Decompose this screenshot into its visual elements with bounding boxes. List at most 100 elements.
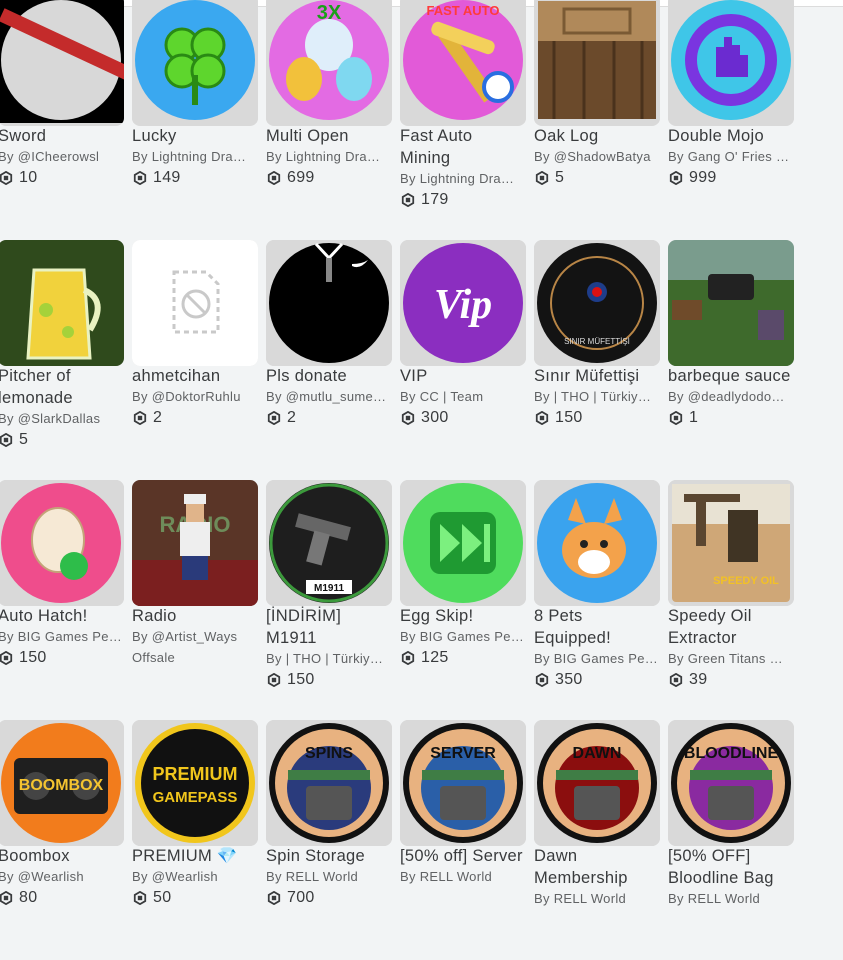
item-thumbnail[interactable]: M1911 [266,480,392,606]
item-thumbnail[interactable]: DAWN [534,720,660,846]
item-name-link[interactable]: Oak Log [534,125,660,147]
creator-link[interactable]: Gang O' Fries … [688,149,790,164]
catalog-item-card[interactable]: FAST AUTO Fast Auto Mining By Lightning Dr… [400,0,526,240]
item-name-link[interactable]: Pls donate [266,365,392,387]
catalog-item-card[interactable]: Auto Hatch!By BIG Games Pe…150 [0,480,124,720]
item-name-link[interactable]: barbeque sauce [668,365,794,387]
creator-link[interactable]: RELL World [688,891,760,906]
item-name-link[interactable]: Boombox [0,845,124,867]
creator-link[interactable]: @Wearlish [18,869,84,884]
creator-link[interactable]: Lightning Dra… [286,149,381,164]
item-name-link[interactable]: Speedy Oil Extractor [668,605,794,649]
catalog-item-card[interactable]: DAWN Dawn Membership By RELL World [534,720,660,960]
item-name-link[interactable]: Sınır Müfettişi [534,365,660,387]
price-value: 149 [153,169,181,186]
item-thumbnail[interactable]: SERVER [400,720,526,846]
item-thumbnail[interactable]: 3X [266,0,392,126]
item-thumbnail[interactable]: SPEEDY OIL [668,480,794,606]
creator-link[interactable]: BIG Games Pe… [554,651,658,666]
catalog-item-card[interactable]: Oak Log By @ShadowBatya 5 [534,0,660,240]
creator-link[interactable]: BIG Games Pe… [18,629,122,644]
item-thumbnail[interactable]: PREMIUM GAMEPASS [132,720,258,846]
item-name-link[interactable]: ahmetcihan [132,365,258,387]
item-name-link[interactable]: VIP [400,365,526,387]
item-thumbnail[interactable]: Vip [400,240,526,366]
item-thumbnail[interactable] [534,480,660,606]
catalog-item-card[interactable]: PREMIUM GAMEPASS PREMIUM 💎 By @Wearlish 50 [132,720,258,960]
item-thumbnail[interactable] [534,0,660,126]
item-info: [50% off] Server By RELL World [400,845,526,887]
item-name-link[interactable]: [50% OFF] Bloodline Bag [668,845,794,889]
creator-link[interactable]: @Wearlish [152,869,218,884]
item-thumbnail[interactable]: SPINS [266,720,392,846]
catalog-item-card[interactable]: BOOMBOXBoomboxBy @Wearlish80 [0,720,124,960]
catalog-item-card[interactable]: SwordBy @ICheerowsl10 [0,0,124,240]
item-name-link[interactable]: Spin Storage [266,845,392,867]
creator-link[interactable]: Lightning Dra… [152,149,247,164]
creator-link[interactable]: RELL World [554,891,626,906]
item-name-link[interactable]: Dawn Membership [534,845,660,889]
catalog-item-card[interactable]: Pls donate By @mutlu_sume… 2 [266,240,392,480]
item-thumbnail[interactable] [668,0,794,126]
creator-link[interactable]: Green Titans … [688,651,783,666]
catalog-item-card[interactable]: SPINS Spin Storage By RELL World 700 [266,720,392,960]
item-thumbnail[interactable] [668,240,794,366]
item-name-link[interactable]: Double Mojo [668,125,794,147]
creator-link[interactable]: @ShadowBatya [554,149,651,164]
catalog-item-card[interactable]: Egg Skip! By BIG Games Pe… 125 [400,480,526,720]
item-name-link[interactable]: Sword [0,125,124,147]
item-thumbnail[interactable] [0,0,124,126]
item-thumbnail[interactable]: RADIO [132,480,258,606]
catalog-item-card[interactable]: SPEEDY OIL Speedy Oil Extractor By Green T… [668,480,794,720]
item-name-link[interactable]: Egg Skip! [400,605,526,627]
item-thumbnail[interactable] [0,240,124,366]
item-thumbnail[interactable] [0,480,124,606]
item-name-link[interactable]: Auto Hatch! [0,605,124,627]
catalog-item-card[interactable]: 8 Pets Equipped! By BIG Games Pe… 350 [534,480,660,720]
item-thumbnail[interactable] [132,240,258,366]
item-thumbnail[interactable] [266,240,392,366]
creator-link[interactable]: @SlarkDallas [18,411,101,426]
item-creator: By @Artist_Ways [132,627,256,647]
catalog-item-card[interactable]: SINIR MÜFETTİŞİ Sınır Müfettişi By | THO |… [534,240,660,480]
creator-link[interactable]: RELL World [286,869,358,884]
catalog-item-card[interactable]: BLOODLINE [50% OFF] Bloodline Bag By RELL … [668,720,794,960]
item-name-link[interactable]: Pitcher of lemonade [0,365,124,409]
creator-link[interactable]: | THO | Türkiy… [286,651,383,666]
creator-link[interactable]: @Artist_Ways [152,629,238,644]
item-name-link[interactable]: [50% off] Server [400,845,526,867]
item-thumbnail[interactable] [132,0,258,126]
catalog-item-card[interactable]: RADIORadioBy @Artist_WaysOffsale [132,480,258,720]
creator-link[interactable]: @deadlydodo… [688,389,785,404]
item-thumbnail[interactable]: BLOODLINE [668,720,794,846]
item-name-link[interactable]: Fast Auto Mining [400,125,526,169]
item-name-link[interactable]: Radio [132,605,258,627]
creator-link[interactable]: @ICheerowsl [18,149,100,164]
price-value: 80 [19,889,38,906]
creator-link[interactable]: Lightning Dra… [420,171,515,186]
catalog-item-card[interactable]: Vip VIP By CC | Team 300 [400,240,526,480]
item-name-link[interactable]: Multi Open [266,125,392,147]
item-name-link[interactable]: PREMIUM 💎 [132,845,258,867]
item-thumbnail[interactable]: FAST AUTO [400,0,526,126]
catalog-item-card[interactable]: Lucky By Lightning Dra… 149 [132,0,258,240]
creator-link[interactable]: CC | Team [420,389,484,404]
item-name-link[interactable]: [İNDİRİM] M1911 [266,605,392,649]
creator-link[interactable]: @DoktorRuhlu [152,389,241,404]
item-name-link[interactable]: Lucky [132,125,258,147]
catalog-item-card[interactable]: M1911 [İNDİRİM] M1911 By | THO | Türkiy… 15… [266,480,392,720]
creator-link[interactable]: | THO | Türkiy… [554,389,651,404]
catalog-item-card[interactable]: 3X Multi Open By Lightning Dra… 699 [266,0,392,240]
catalog-item-card[interactable]: ahmetcihan By @DoktorRuhlu 2 [132,240,258,480]
item-name-link[interactable]: 8 Pets Equipped! [534,605,660,649]
item-thumbnail[interactable]: BOOMBOX [0,720,124,846]
item-thumbnail[interactable]: SINIR MÜFETTİŞİ [534,240,660,366]
creator-link[interactable]: RELL World [420,869,492,884]
catalog-item-card[interactable]: Double Mojo By Gang O' Fries … 999 [668,0,794,240]
catalog-item-card[interactable]: SERVER [50% off] Server By RELL World [400,720,526,960]
catalog-item-card[interactable]: barbeque sauce By @deadlydodo… 1 [668,240,794,480]
creator-link[interactable]: @mutlu_sume… [286,389,387,404]
item-thumbnail[interactable] [400,480,526,606]
creator-link[interactable]: BIG Games Pe… [420,629,524,644]
catalog-item-card[interactable]: Pitcher of lemonadeBy @SlarkDallas5 [0,240,124,480]
